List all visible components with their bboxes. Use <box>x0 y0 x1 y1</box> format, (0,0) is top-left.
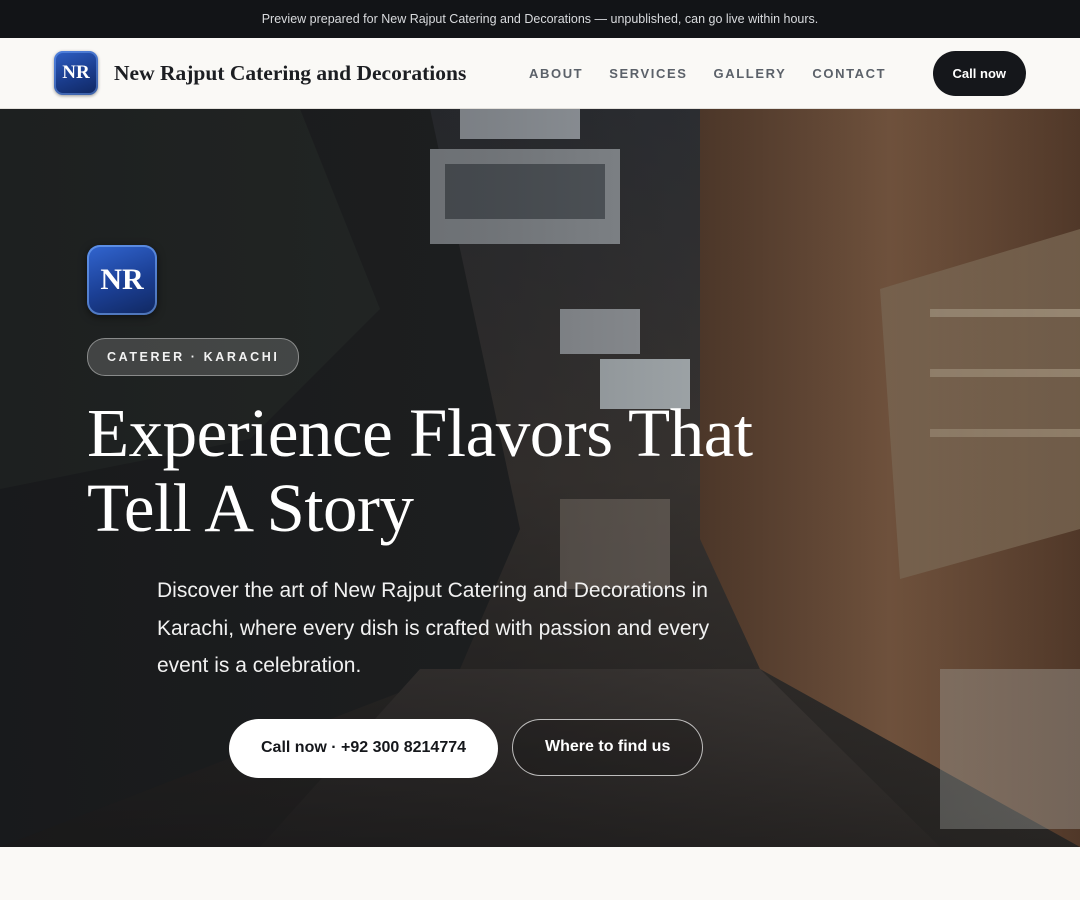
hero-content: NR CATERER · KARACHI Experience Flavors … <box>87 245 847 778</box>
hero-logo: NR <box>87 245 157 315</box>
hero-title-line-1: Experience Flavors That <box>87 395 753 471</box>
brand-name[interactable]: New Rajput Catering and Decorations <box>114 61 466 86</box>
hero-description: Discover the art of New Rajput Catering … <box>157 579 710 677</box>
hero-logo-initials: NR <box>100 263 144 296</box>
hero-actions: Call now · +92 300 8214774 Where to find… <box>229 718 847 778</box>
hero-title-line-2: Tell A Story <box>87 470 414 546</box>
hero-title: Experience Flavors That Tell A Story <box>87 396 847 546</box>
nav-link-contact[interactable]: CONTACT <box>812 66 886 81</box>
top-navigation: NR New Rajput Catering and Decorations A… <box>0 38 1080 109</box>
category-badge: CATERER · KARACHI <box>87 338 300 376</box>
brand-logo[interactable]: NR <box>54 51 98 95</box>
where-to-find-us-button[interactable]: Where to find us <box>512 718 704 776</box>
nav-link-about[interactable]: ABOUT <box>529 66 583 81</box>
hero-section: NR CATERER · KARACHI Experience Flavors … <box>0 109 1080 847</box>
preview-banner: Preview prepared for New Rajput Catering… <box>0 0 1080 38</box>
hero-call-now-button[interactable]: Call now · +92 300 8214774 <box>229 718 499 778</box>
brand-logo-initials: NR <box>62 62 90 83</box>
preview-banner-text: Preview prepared for New Rajput Catering… <box>261 12 819 26</box>
nav-link-services[interactable]: SERVICES <box>609 66 687 81</box>
nav-links: ABOUT SERVICES GALLERY CONTACT <box>529 38 886 109</box>
nav-link-gallery[interactable]: GALLERY <box>714 66 787 81</box>
nav-call-now-button[interactable]: Call now <box>932 51 1026 96</box>
